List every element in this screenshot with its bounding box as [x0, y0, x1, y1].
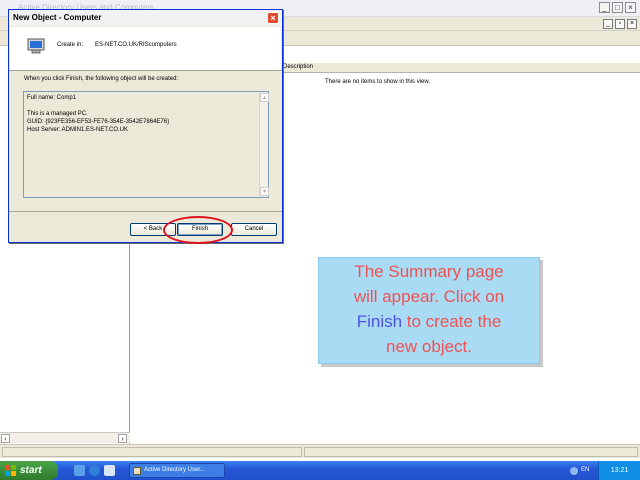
summary-full-name: Full name: Comp1: [27, 95, 77, 101]
maximize-icon[interactable]: □: [612, 2, 623, 13]
summary-managed: This is a managed PC.: [27, 111, 88, 117]
close-window-icon[interactable]: ×: [625, 2, 636, 13]
callout-line-2: will appear. Click on: [353, 287, 505, 306]
taskbar-item-active-directory[interactable]: Active Directory User...: [129, 463, 225, 478]
taskbar-item-label: Active Directory User...: [144, 467, 206, 473]
mdi-restore-icon[interactable]: ▫: [615, 19, 625, 29]
scroll-right-icon[interactable]: ›: [118, 434, 127, 443]
system-tray: 13:21: [598, 461, 640, 480]
mmc-icon: [133, 467, 141, 475]
new-object-dialog: New Object - Computer × Create in: ES-NE…: [8, 9, 283, 243]
callout-line-4: new object.: [386, 337, 472, 356]
instruction-callout: The Summary page will appear. Click on F…: [318, 257, 540, 364]
minimize-icon[interactable]: _: [599, 2, 610, 13]
computer-icon: [27, 38, 45, 54]
language-indicator[interactable]: EN: [581, 467, 589, 473]
tray-expand-icon[interactable]: [570, 467, 578, 475]
clock[interactable]: 13:21: [611, 467, 629, 474]
empty-view-message: There are no items to show in this view.: [325, 79, 431, 85]
status-segment: [2, 447, 302, 457]
tree-horizontal-scrollbar[interactable]: ‹ ›: [0, 432, 130, 443]
quicklaunch-browser-icon[interactable]: [89, 465, 100, 476]
summary-intro: When you click Finish, the following obj…: [24, 76, 179, 82]
summary-host-server: Host Server: ADMIN1.ES-NET.CO.UK: [27, 127, 129, 133]
callout-finish-word: Finish: [356, 312, 403, 331]
status-segment: [304, 447, 638, 457]
taskbar: start Active Directory User... EN 13:21: [0, 461, 640, 480]
scroll-up-icon[interactable]: ▲: [260, 93, 269, 102]
callout-line-3-rest: to create the: [402, 312, 502, 331]
mdi-minimize-icon[interactable]: _: [603, 19, 613, 29]
button-divider: [9, 211, 282, 212]
windows-logo-icon: [5, 465, 16, 476]
callout-line-3: Finish to create the: [319, 309, 539, 334]
callout-line-1: The Summary page: [354, 262, 504, 281]
close-icon[interactable]: ×: [267, 12, 279, 24]
summary-guid: GUID: {923FE356-EF53-FE76-354E-3542E7864…: [27, 119, 170, 125]
quicklaunch-mail-icon[interactable]: [74, 465, 85, 476]
create-in-path: ES-NET.CO.UK/RIScomputers: [95, 42, 177, 48]
status-bar: [0, 444, 640, 458]
cancel-button[interactable]: Cancel: [231, 223, 277, 236]
finish-highlight-ring: [163, 216, 233, 244]
header-divider: [9, 70, 282, 71]
summary-textbox[interactable]: Full name: Comp1 This is a managed PC. G…: [23, 91, 269, 198]
dialog-title: New Object - Computer: [13, 13, 102, 22]
create-in-label: Create in:: [57, 42, 84, 48]
dialog-header: Create in: ES-NET.CO.UK/RIScomputers: [10, 27, 281, 70]
quicklaunch-desktop-icon[interactable]: [104, 465, 115, 476]
scroll-left-icon[interactable]: ‹: [1, 434, 10, 443]
start-label: start: [20, 465, 42, 476]
column-description[interactable]: Description: [283, 64, 313, 70]
start-button[interactable]: start: [0, 461, 58, 480]
summary-scrollbar[interactable]: ▲ ▼: [259, 93, 269, 196]
scroll-down-icon[interactable]: ▼: [260, 187, 269, 196]
mdi-close-icon[interactable]: ×: [627, 19, 637, 29]
dialog-titlebar[interactable]: New Object - Computer ×: [9, 10, 282, 26]
